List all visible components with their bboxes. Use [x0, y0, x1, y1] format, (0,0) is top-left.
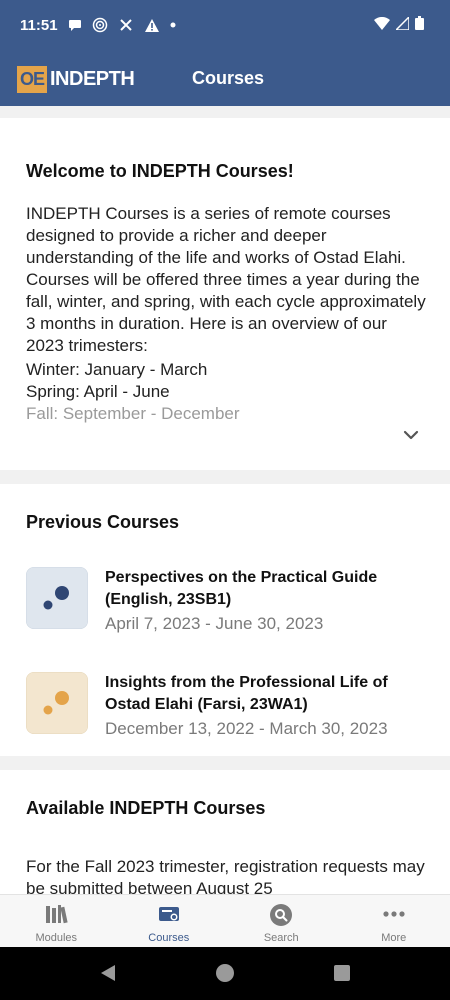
- warning-icon: [145, 18, 159, 32]
- trimester-spring: Spring: April - June: [26, 382, 170, 401]
- message-icon: [69, 20, 81, 31]
- status-bar: 11:51: [0, 0, 450, 54]
- tools-icon: [120, 19, 132, 31]
- available-courses-card: Available INDEPTH Courses For the Fall 2…: [0, 770, 450, 894]
- content-scroll[interactable]: Welcome to INDEPTH Courses! INDEPTH Cour…: [0, 106, 450, 894]
- welcome-body: INDEPTH Courses is a series of remote co…: [26, 203, 426, 425]
- wifi-icon: [374, 16, 390, 30]
- welcome-card: Welcome to INDEPTH Courses! INDEPTH Cour…: [0, 118, 450, 470]
- home-icon[interactable]: [215, 963, 235, 983]
- course-item[interactable]: Perspectives on the Practical Guide (Eng…: [26, 567, 426, 637]
- tab-label: More: [381, 932, 407, 944]
- dot-icon: [170, 22, 176, 28]
- status-time: 11:51: [20, 17, 58, 34]
- welcome-heading: Welcome to INDEPTH Courses!: [26, 161, 294, 181]
- system-nav-bar: [0, 947, 450, 1000]
- signal-icon: [396, 16, 409, 30]
- trimester-fall: Fall: September - December: [26, 404, 240, 423]
- bottom-tab-bar: Modules Courses Search More: [0, 894, 450, 947]
- course-dates: December 13, 2022 - March 30, 2023: [105, 719, 388, 738]
- expand-chevron-icon[interactable]: [400, 424, 422, 446]
- system-icons: [374, 16, 424, 30]
- previous-courses-card: Previous Courses Perspectives on the Pra…: [0, 484, 450, 756]
- logo-mark: OE: [17, 66, 47, 93]
- more-icon: [383, 911, 405, 917]
- search-icon: [270, 904, 293, 926]
- battery-icon: [415, 16, 424, 30]
- course-item[interactable]: Insights from the Professional Life of O…: [26, 672, 426, 742]
- tab-more[interactable]: More: [338, 895, 450, 947]
- course-title: Perspectives on the Practical Guide (Eng…: [105, 569, 378, 608]
- available-courses-heading: Available INDEPTH Courses: [26, 798, 266, 818]
- available-courses-body: For the Fall 2023 trimester, registratio…: [26, 857, 425, 894]
- courses-icon: [158, 907, 179, 921]
- previous-courses-heading: Previous Courses: [26, 512, 180, 532]
- tab-courses[interactable]: Courses: [113, 895, 226, 947]
- tab-modules[interactable]: Modules: [0, 895, 113, 947]
- app-bar: OE INDEPTH Courses: [0, 54, 450, 106]
- tab-label: Search: [263, 932, 299, 944]
- page-title: Courses: [192, 68, 265, 88]
- course-dates: April 7, 2023 - June 30, 2023: [105, 614, 324, 633]
- tab-label: Courses: [148, 932, 190, 944]
- tab-search[interactable]: Search: [225, 895, 338, 947]
- welcome-intro: INDEPTH Courses is a series of remote co…: [26, 204, 426, 355]
- books-icon: [46, 905, 68, 924]
- tab-label: Modules: [35, 932, 78, 944]
- logo-text: INDEPTH: [50, 68, 135, 90]
- fingerprint-icon: [92, 17, 108, 33]
- trimester-winter: Winter: January - March: [26, 360, 208, 379]
- app-logo: OE INDEPTH: [17, 66, 135, 93]
- back-icon[interactable]: [98, 963, 118, 983]
- notification-icons: [68, 17, 176, 33]
- recents-icon[interactable]: [333, 964, 351, 982]
- course-thumbnail-blue: [26, 567, 88, 629]
- course-thumbnail-orange: [26, 672, 88, 734]
- course-title: Insights from the Professional Life of O…: [105, 674, 388, 713]
